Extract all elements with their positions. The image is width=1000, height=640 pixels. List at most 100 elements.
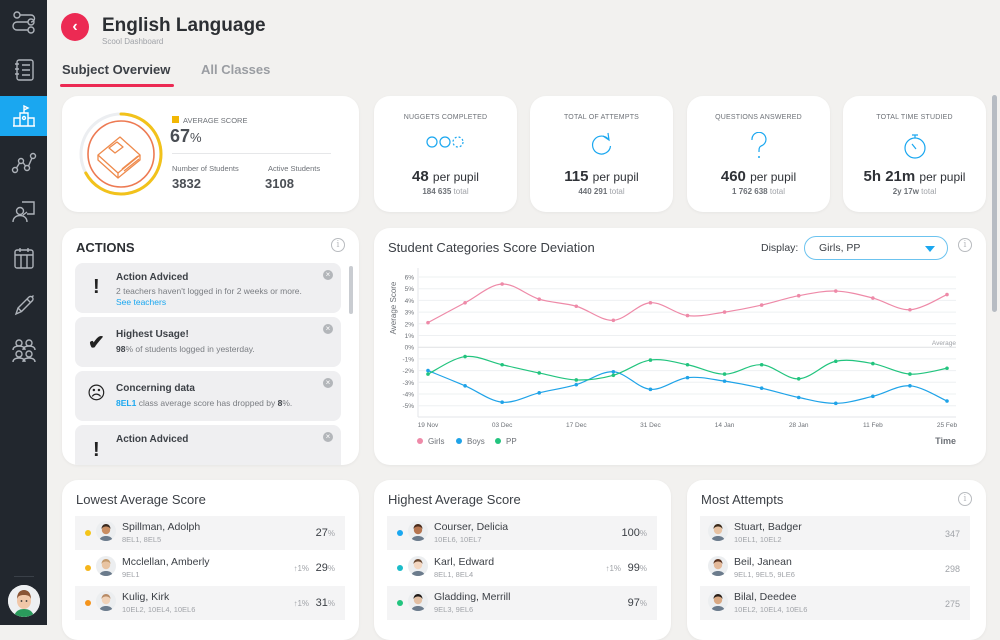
data-point-boys: [685, 375, 690, 380]
status-dot: [397, 565, 403, 571]
page-title: English Language: [102, 15, 266, 36]
x-tick-label: 31 Dec: [640, 422, 661, 429]
stat-label: TOTAL OF ATTEMPTS: [563, 114, 640, 121]
stat-value: 460 per pupil: [720, 168, 797, 185]
stat-value: 48 per pupil: [412, 168, 479, 185]
legend-marker-boys: [456, 438, 462, 444]
sidebar: [0, 0, 47, 625]
x-tick-label: 11 Feb: [863, 422, 883, 429]
list-item[interactable]: Mcclellan, Amberly 9EL1 ↑1% 29%: [75, 551, 345, 585]
list-item[interactable]: Stuart, Badger 10EL1, 10EL2 347: [700, 516, 970, 550]
stat-label: QUESTIONS ANSWERED: [715, 114, 802, 121]
close-icon[interactable]: ×: [323, 378, 333, 388]
tab-all-classes[interactable]: All Classes: [201, 62, 270, 77]
y-tick-label: 2%: [405, 321, 415, 328]
school-icon: [12, 104, 35, 127]
y-tick-label: 1%: [405, 333, 415, 340]
nuggets-icon: [425, 136, 464, 148]
list-item[interactable]: Spillman, Adolph 8EL1, 8EL5 27%: [75, 516, 345, 550]
data-point-boys: [426, 368, 430, 373]
data-point-pp: [945, 366, 949, 371]
action-item[interactable]: ✔ Highest Usage! 98% of students logged …: [75, 317, 341, 367]
data-point-girls: [871, 296, 875, 300]
action-title: Action Adviced: [116, 272, 189, 283]
data-point-boys: [833, 401, 838, 406]
see-teachers-link[interactable]: See teachers: [116, 297, 166, 307]
close-icon[interactable]: ×: [323, 324, 333, 334]
sidebar-item-workflow[interactable]: [0, 2, 47, 42]
student-classes: 9EL1: [122, 570, 140, 579]
list-item[interactable]: Kulig, Kirk 10EL2, 10EL4, 10EL6 ↑1% 31%: [75, 586, 345, 620]
list-item[interactable]: Beil, Janean 9EL1, 9EL5, 9LE6 298: [700, 551, 970, 585]
book-icon: [97, 136, 141, 179]
page-scrollbar[interactable]: [992, 95, 997, 312]
data-point-pp: [796, 376, 801, 381]
x-tick-label: 03 Dec: [492, 422, 513, 429]
action-item[interactable]: ! Action Adviced 2 teachers haven't logg…: [75, 263, 341, 313]
stat-label: NUGGETS COMPLETED: [403, 114, 488, 121]
y-tick-label: 3%: [405, 310, 415, 317]
sidebar-item-calendar[interactable]: [0, 238, 47, 278]
action-item[interactable]: ! Action Adviced ×: [75, 425, 341, 465]
stat-total: 2y 17w total: [892, 187, 937, 196]
stat-total: 184 635 total: [422, 187, 469, 196]
tab-subject-overview[interactable]: Subject Overview: [62, 62, 170, 77]
most-attempts-card: Most Attempts i Stuart, Badger 10EL1, 10E…: [687, 480, 986, 640]
data-point-boys: [908, 384, 912, 388]
y-tick-label: -4%: [402, 392, 414, 399]
legend-label: Girls: [428, 437, 444, 446]
sidebar-item-students[interactable]: [0, 330, 47, 370]
stat-card-questions: QUESTIONS ANSWERED 460 per pupil 1 762 6…: [687, 96, 830, 212]
data-point-girls: [648, 300, 653, 305]
stat-label: TOTAL TIME STUDIED: [876, 114, 953, 121]
y-tick-label: 0%: [405, 345, 415, 352]
info-icon[interactable]: i: [958, 492, 972, 506]
score-deviation-chart: 6% 5% 4% 3% 2% 1% 0% -1% -2% -3% -4% -5% 19 Nov 03 D…: [389, 268, 957, 446]
x-axis-label: Time: [935, 436, 956, 446]
data-point-boys: [537, 391, 542, 395]
data-point-boys: [871, 394, 875, 399]
sidebar-item-notebook[interactable]: [0, 50, 47, 90]
sidebar-item-analytics[interactable]: [0, 143, 47, 183]
list-item[interactable]: Gladding, Merrill 9EL3, 9EL6 97%: [387, 586, 657, 620]
active-tab-indicator: [60, 84, 174, 87]
score-delta: ↑1%: [605, 564, 621, 573]
score-delta: ↑1%: [293, 564, 309, 573]
info-icon[interactable]: i: [331, 238, 345, 252]
student-classes: 10EL2, 10EL4, 10EL6: [122, 605, 196, 614]
data-point-girls: [426, 320, 430, 325]
student-classes: 10EL6, 10EL7: [434, 535, 482, 544]
stat-card-nuggets: NUGGETS COMPLETED 48 per pupil 184 635 t…: [374, 96, 517, 212]
list-item[interactable]: Bilal, Deedee 10EL2, 10EL4, 10EL6 275: [700, 586, 970, 620]
sidebar-item-school[interactable]: [0, 96, 47, 136]
data-point-boys: [500, 400, 504, 404]
subject-overview-card: AVERAGE SCORE 67% Number of Students 383…: [62, 96, 359, 212]
avatar: [708, 521, 728, 541]
back-button[interactable]: ‹: [61, 13, 89, 41]
data-point-boys: [648, 387, 653, 392]
close-icon[interactable]: ×: [323, 432, 333, 442]
status-dot: [397, 600, 403, 606]
score-value: 31%: [315, 597, 335, 609]
avatar: [708, 591, 728, 611]
user-avatar[interactable]: [8, 585, 40, 617]
exclamation-icon: !: [93, 439, 100, 461]
list-item[interactable]: Karl, Edward 8EL1, 8EL4 ↑1% 99%: [387, 551, 657, 585]
status-dot: [85, 600, 91, 606]
class-link[interactable]: 8EL1: [116, 398, 136, 408]
close-icon[interactable]: ×: [323, 270, 333, 280]
stat-total: 440 291 total: [578, 187, 625, 196]
action-title: Highest Usage!: [116, 329, 189, 340]
lowest-score-card: Lowest Average Score Spillman, Adolph 8EL…: [62, 480, 359, 640]
stat-card-time: TOTAL TIME STUDIED 5h 21m per pupil 2y 1…: [843, 96, 986, 212]
action-item[interactable]: ☹ Concerning data 8EL1 class average sco…: [75, 371, 341, 421]
actions-scrollbar[interactable]: [349, 266, 353, 314]
most-attempts-title: Most Attempts: [701, 492, 784, 507]
pencil-icon: [14, 295, 34, 316]
student-name: Karl, Edward: [434, 556, 495, 568]
sidebar-item-teacher[interactable]: [0, 191, 47, 231]
legend-marker-pp: [495, 438, 501, 444]
avatar: [408, 521, 428, 541]
list-item[interactable]: Courser, Delicia 10EL6, 10EL7 100%: [387, 516, 657, 550]
sidebar-item-edit[interactable]: [0, 285, 47, 325]
